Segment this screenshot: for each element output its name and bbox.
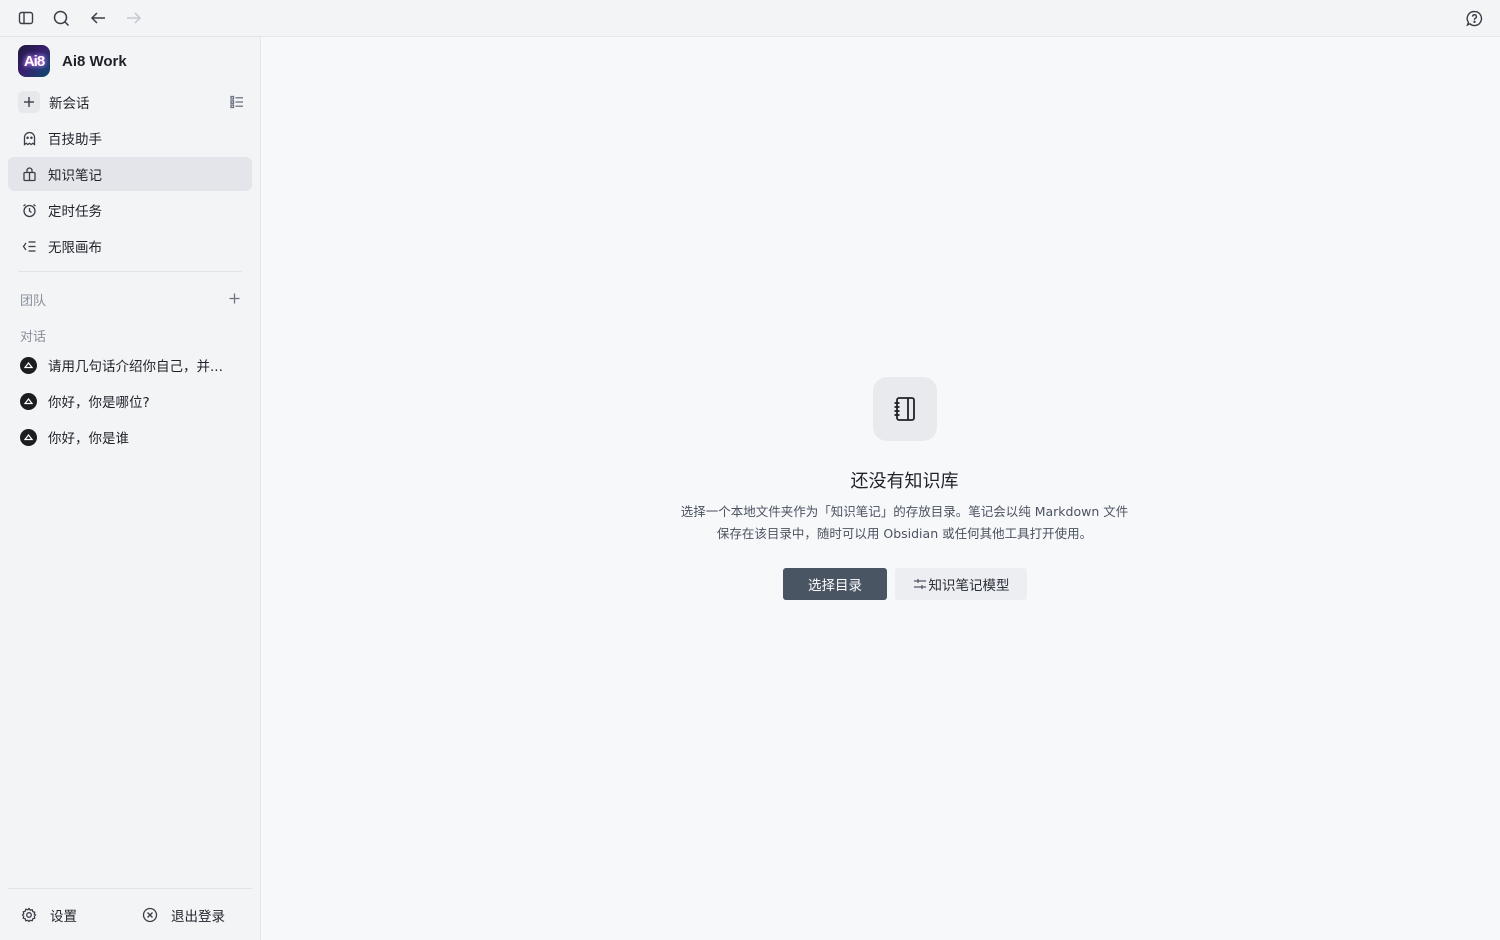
conversation-item[interactable]: 你好，你是哪位? [8, 384, 252, 418]
sidebar-item-label: 百技助手 [48, 132, 102, 148]
conversation-item[interactable]: 请用几句话介绍你自己，并... [8, 348, 252, 382]
knowledge-model-button[interactable]: 知识笔记模型 [895, 568, 1027, 600]
conversation-list-icon[interactable] [228, 93, 246, 111]
ghost-icon [20, 129, 38, 147]
knowledge-icon [20, 165, 38, 183]
new-chat-label: 新会话 [49, 96, 90, 112]
sidebar-item-knowledge[interactable]: 知识笔记 [8, 157, 252, 191]
canvas-list-icon [20, 237, 38, 255]
conversation-title: 你好，你是谁 [48, 431, 129, 447]
logout-label: 退出登录 [171, 909, 225, 925]
conversations-section-label: 对话 [20, 330, 47, 345]
close-circle-icon [141, 906, 159, 924]
plus-icon [18, 91, 40, 113]
app-name: Ai8 Work [62, 52, 127, 70]
main-content: 还没有知识库 选择一个本地文件夹作为「知识笔记」的存放目录。笔记会以纯 Mark… [261, 37, 1500, 940]
team-section-label: 团队 [20, 294, 47, 309]
conversation-title: 请用几句话介绍你自己，并... [48, 359, 223, 375]
sidebar-toggle-icon[interactable] [16, 8, 36, 28]
model-logo-icon [20, 356, 37, 374]
brand: Ai8 Ai8 Work [18, 45, 127, 77]
conversation-item[interactable]: 你好，你是谁 [8, 420, 252, 454]
sidebar-bottom-divider [8, 888, 252, 889]
model-logo-icon [20, 392, 37, 410]
new-chat-button[interactable]: 新会话 [8, 85, 252, 119]
sidebar-item-label: 无限画布 [48, 240, 102, 256]
gear-icon [20, 906, 38, 924]
settings-button[interactable]: 设置 [20, 903, 77, 927]
forward-arrow-icon[interactable] [124, 8, 144, 28]
help-icon[interactable] [1464, 8, 1484, 28]
sidebar-item-scheduled-tasks[interactable]: 定时任务 [8, 193, 252, 227]
app-logo: Ai8 [18, 45, 50, 77]
notebook-icon [873, 377, 937, 441]
back-arrow-icon[interactable] [88, 8, 108, 28]
sidebar: Ai8 Ai8 Work 新会话 百技助手 知识笔记 定时任务 无限画布 团队 … [0, 37, 261, 940]
sidebar-item-infinite-canvas[interactable]: 无限画布 [8, 229, 252, 263]
sliders-icon [913, 577, 927, 591]
empty-state-description: 选择一个本地文件夹作为「知识笔记」的存放目录。笔记会以纯 Markdown 文件… [680, 504, 1129, 541]
settings-label: 设置 [50, 909, 77, 925]
choose-directory-button[interactable]: 选择目录 [783, 568, 887, 600]
search-icon[interactable] [51, 8, 71, 28]
sidebar-item-label: 定时任务 [48, 204, 102, 220]
model-logo-icon [20, 428, 37, 446]
alarm-clock-icon [20, 201, 38, 219]
conversation-title: 你好，你是哪位? [48, 395, 150, 411]
sidebar-item-label: 知识笔记 [48, 168, 102, 184]
empty-state-title: 还没有知识库 [850, 471, 959, 492]
add-team-icon[interactable] [226, 290, 242, 306]
logout-button[interactable]: 退出登录 [141, 903, 225, 927]
sidebar-divider [18, 271, 242, 272]
top-bar [0, 0, 1500, 37]
sidebar-item-assistant[interactable]: 百技助手 [8, 121, 252, 155]
